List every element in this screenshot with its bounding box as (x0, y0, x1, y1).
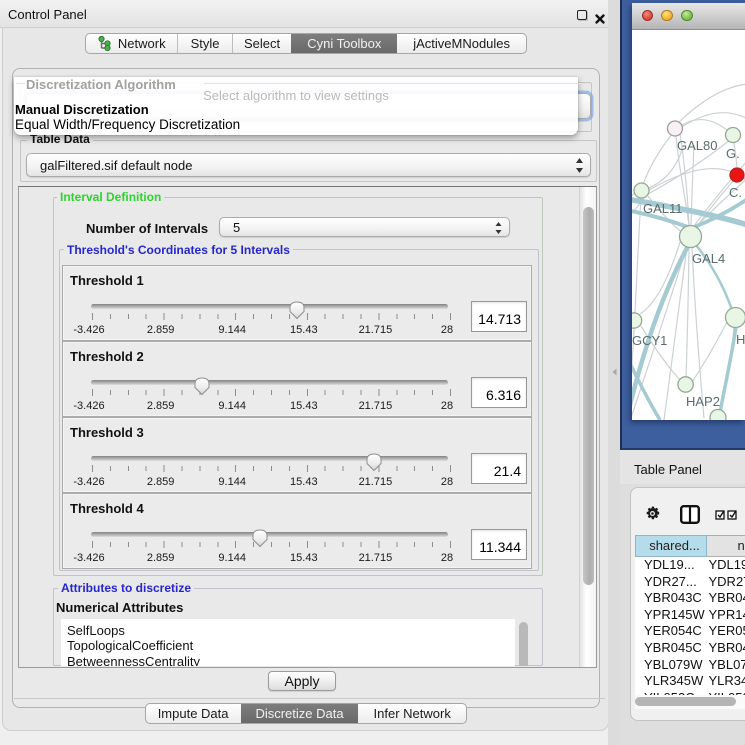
svg-text:H: H (736, 332, 745, 347)
svg-text:G.: G. (726, 146, 740, 161)
svg-text:GAL11: GAL11 (643, 201, 683, 216)
svg-text:GCY1: GCY1 (632, 333, 667, 348)
svg-text:GAL4: GAL4 (692, 251, 725, 266)
svg-text:C.: C. (729, 185, 742, 200)
svg-text:HAP2: HAP2 (686, 394, 720, 409)
svg-text:GAL80: GAL80 (677, 138, 717, 153)
